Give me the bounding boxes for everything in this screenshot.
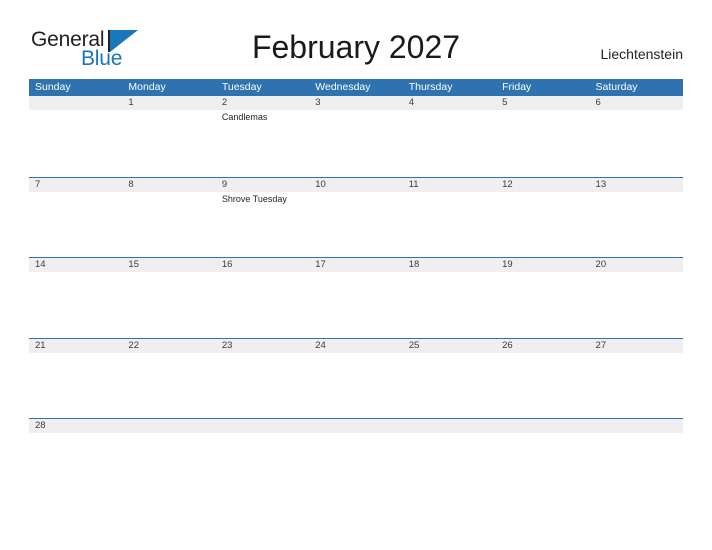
week-days: 7 8 9 Shrove Tuesday 10 11 12 13: [29, 178, 683, 258]
day-number: 24: [315, 339, 326, 351]
day-number: 5: [502, 97, 508, 108]
day-cell-empty: [216, 419, 309, 446]
day-cell[interactable]: 19: [496, 258, 589, 338]
day-cell[interactable]: 27: [590, 339, 683, 419]
day-number: 10: [315, 178, 326, 190]
day-cell[interactable]: 14: [29, 258, 122, 338]
day-number: 3: [315, 97, 321, 108]
day-cell-empty: [122, 419, 215, 446]
day-cell[interactable]: 28: [29, 419, 122, 446]
day-cell[interactable]: 20: [590, 258, 683, 338]
day-number: 1: [128, 97, 134, 108]
day-cell[interactable]: 17: [309, 258, 402, 338]
calendar-week-row: 7 8 9 Shrove Tuesday 10 11 12 13: [29, 176, 683, 258]
day-number: 14: [35, 259, 46, 270]
day-cell[interactable]: 16: [216, 258, 309, 338]
weekday-header-friday: Friday: [502, 81, 532, 93]
day-number: 13: [595, 178, 607, 190]
weekday-header-wednesday: Wednesday: [315, 81, 371, 93]
calendar-week-row: 28: [29, 418, 683, 446]
day-cell[interactable]: 4: [403, 96, 496, 177]
day-number: 23: [221, 339, 233, 351]
day-cell-empty: [590, 419, 683, 446]
day-cell[interactable]: 21: [29, 339, 122, 419]
day-cell[interactable]: 26: [496, 339, 589, 419]
day-cell[interactable]: 13: [590, 178, 683, 258]
week-days: 14 15 16 17 18 19 20: [29, 258, 683, 338]
calendar-week-row: 1 2 Candlemas 3 4 5 6: [29, 96, 683, 177]
day-cell-empty: [29, 96, 122, 177]
day-number: 26: [502, 339, 513, 351]
weekday-header-monday: Monday: [128, 81, 166, 93]
day-cell[interactable]: 22: [122, 339, 215, 419]
day-number: 12: [502, 178, 513, 190]
day-number: 20: [595, 259, 607, 270]
day-number: 27: [595, 339, 607, 351]
day-cell-empty: [309, 419, 402, 446]
weekday-header-tuesday: Tuesday: [221, 81, 262, 93]
day-cell[interactable]: 2 Candlemas: [216, 96, 309, 177]
day-number: 17: [315, 259, 326, 270]
day-cell[interactable]: 1: [122, 96, 215, 177]
day-number: 8: [128, 178, 134, 190]
day-number: 21: [35, 339, 46, 351]
day-cell[interactable]: 3: [309, 96, 402, 177]
week-days: 1 2 Candlemas 3 4 5 6: [29, 96, 683, 177]
week-days: 28: [29, 419, 683, 446]
day-cell[interactable]: 24: [309, 339, 402, 419]
weekday-header-sunday: Sunday: [35, 81, 71, 93]
day-number: 18: [408, 259, 420, 270]
day-cell[interactable]: 12: [496, 178, 589, 258]
holiday-label: Shrove Tuesday: [221, 193, 287, 204]
day-cell[interactable]: 7: [29, 178, 122, 258]
calendar-grid: Sunday Monday Tuesday Wednesday Thursday…: [29, 79, 683, 446]
day-events: Shrove Tuesday: [222, 193, 309, 205]
calendar-page: General Blue February 2027 Liechtenstein…: [0, 0, 712, 550]
weekday-header-saturday: Saturday: [595, 81, 638, 93]
week-days: 21 22 23 24 25 26 27: [29, 339, 683, 419]
calendar-week-row: 14 15 16 17 18 19 20: [29, 257, 683, 338]
day-number: 25: [408, 339, 420, 351]
calendar-week-row: 21 22 23 24 25 26 27: [29, 337, 683, 419]
day-cell-empty: [403, 419, 496, 446]
day-number: 19: [502, 259, 513, 270]
day-number: 15: [128, 259, 139, 270]
day-cell[interactable]: 9 Shrove Tuesday: [216, 178, 309, 258]
weekday-header-thursday: Thursday: [408, 81, 453, 93]
day-cell[interactable]: 18: [403, 258, 496, 338]
day-cell[interactable]: 23: [216, 339, 309, 419]
day-number: 6: [595, 97, 601, 108]
day-cell-empty: [496, 419, 589, 446]
day-cell[interactable]: 8: [122, 178, 215, 258]
day-number: 2: [221, 97, 228, 108]
day-number: 28: [35, 420, 46, 431]
page-header: General Blue February 2027 Liechtenstein: [0, 0, 712, 78]
day-cell[interactable]: 5: [496, 96, 589, 177]
day-cell[interactable]: 15: [122, 258, 215, 338]
calendar-weeks: 1 2 Candlemas 3 4 5 6 7 8 9 Shrove Tuesday 10 11 12 13…: [29, 96, 683, 446]
day-events: Candlemas: [222, 111, 309, 123]
holiday-label: Candlemas: [221, 112, 268, 122]
day-number: 7: [35, 178, 41, 190]
day-number: 16: [221, 259, 233, 270]
day-number: 11: [408, 178, 419, 190]
day-cell[interactable]: 25: [403, 339, 496, 419]
country-label: Liechtenstein: [600, 46, 683, 62]
day-number: 4: [408, 97, 414, 108]
day-cell[interactable]: 6: [590, 96, 683, 177]
day-number: 22: [128, 339, 139, 351]
day-number: 9: [221, 178, 228, 190]
day-cell[interactable]: 10: [309, 178, 402, 258]
weekday-header-row: Sunday Monday Tuesday Wednesday Thursday…: [29, 79, 683, 96]
day-cell[interactable]: 11: [403, 178, 496, 258]
